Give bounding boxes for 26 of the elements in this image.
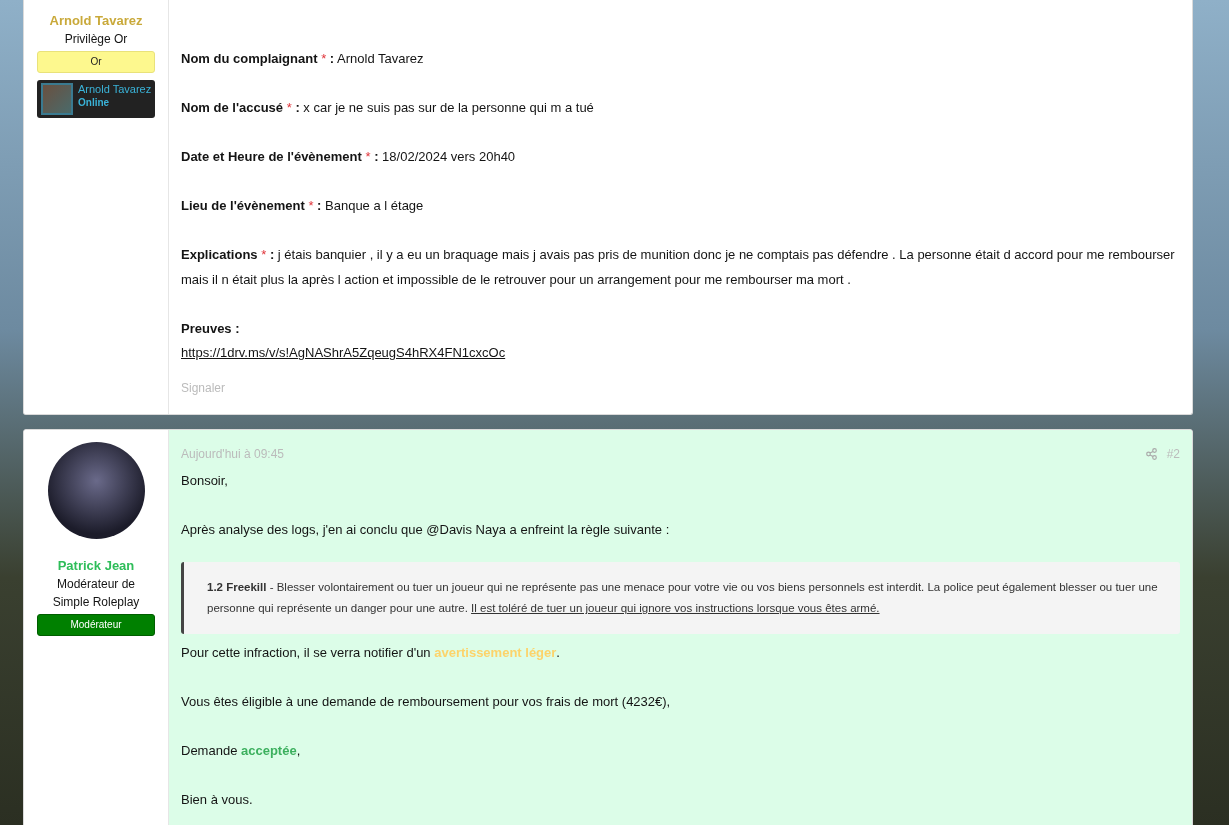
form-field-text: Explications * : j étais banquier , il y a eu un braquage mais j avais pas pris de munition donc je ne comptais pas défendre . La personne était d accord pour me rembourser mais il n était plus la après l action et impossible de le retrouver pour un arrangement pour me rembourser ma mort .: [181, 246, 1176, 289]
userbox-name: Arnold Tavarez: [78, 83, 152, 96]
avatar-image: [41, 83, 73, 115]
user-banner: Or: [37, 51, 155, 73]
rule-quote: 1.2 Freekill - Blesser volontairement ou tuer un joueur qui ne représente pas une menace pour votre vie ou vos biens personnels est interdit. La police peut également blesser ou tuer une personne qui représente un danger pour une autre. Il est toléré de tuer un joueur qui ignore vos instructions lorsque vous êtes armé.: [181, 562, 1180, 634]
message-paragraph: Vous êtes éligible à une demande de remboursement pour vos frais de mort (4232€),: [181, 693, 672, 711]
username-link[interactable]: Arnold Tavarez: [49, 12, 143, 29]
user-title: Privilège Or: [64, 31, 128, 48]
message-paragraph: Bien à vous.: [181, 791, 254, 809]
form-field-text: Lieu de l'évènement * : Banque a l étage: [181, 197, 425, 215]
username-link[interactable]: Patrick Jean: [57, 557, 135, 574]
message-paragraph: Bonsoir,: [181, 472, 229, 490]
user-title: Modérateur de Simple Roleplay: [51, 576, 141, 611]
message-paragraph: Pour cette infraction, il se verra notifier d'un avertissement léger.: [181, 644, 561, 662]
report-link[interactable]: Signaler: [181, 375, 1180, 400]
user-banner: Modérateur: [37, 614, 155, 636]
form-field-text: Date et Heure de l'évènement * : 18/02/2024 vers 20h40: [181, 148, 517, 166]
message-paragraph: Après analyse des logs, j'en ai conclu que @Davis Naya a enfreint la règle suivante :: [181, 521, 671, 539]
post-number-link[interactable]: #2: [1166, 446, 1180, 462]
proof-label: Preuves :: [181, 319, 241, 338]
form-field-text: Nom de l'accusé * : x car je ne suis pas sur de la personne qui m a tué: [181, 99, 595, 117]
post-date[interactable]: Aujourd'hui à 09:45: [181, 446, 285, 462]
online-status: Online: [78, 96, 111, 109]
message-paragraph: Demande acceptée,: [181, 742, 302, 760]
proof-link[interactable]: https://1drv.ms/v/s!AgNAShrA5ZqeugS4hRX4FN1cxcOc: [181, 345, 506, 360]
form-field-text: Nom du complaignant * : Arnold Tavarez: [181, 50, 425, 68]
